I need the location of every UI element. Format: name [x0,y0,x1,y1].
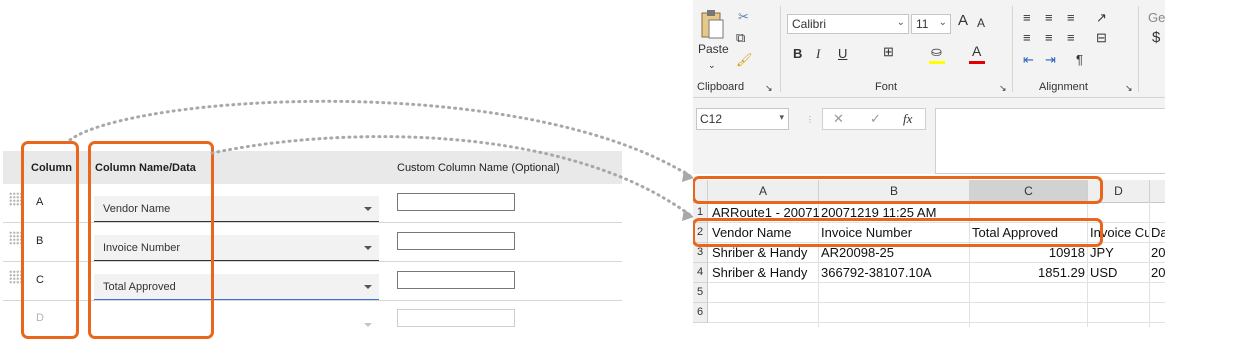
align-left-icon[interactable]: ≡ [1023,31,1031,45]
paste-button[interactable]: Paste [698,42,729,56]
font-size-value: 11 [916,17,929,31]
column-connector [68,99,692,178]
divider [1012,6,1013,92]
chevron-down-icon[interactable]: ⌄ [708,58,716,72]
align-top-icon[interactable]: ≡ [1023,11,1031,25]
gridline [708,322,1165,323]
formula-buttons: ✕ ✓ fx [822,108,926,130]
chevron-down-icon: ▾ [779,112,784,122]
cell-b4[interactable]: 366792-38107.10A [819,263,969,282]
spreadsheet-grid: A B C D 1 ARRoute1 - 20071 20071219 11:2… [693,176,1165,327]
divider [780,6,781,92]
borders-icon[interactable]: ⊞ [883,45,894,59]
cell-e3[interactable]: 20 [1149,243,1165,262]
dialog-launcher-icon[interactable]: ↘ [765,81,773,95]
format-painter-icon[interactable]: 🖌 [736,53,753,67]
cut-icon[interactable]: ✂ [738,10,749,24]
align-middle-icon[interactable]: ≡ [1045,11,1053,25]
align-right-icon[interactable]: ≡ [1067,31,1075,45]
header-row-callout-box [693,218,1103,247]
row-header[interactable]: 6 [693,303,708,323]
cancel-icon[interactable]: ✕ [833,111,844,127]
dialog-launcher-icon[interactable]: ↘ [1125,81,1133,95]
align-center-icon[interactable]: ≡ [1045,31,1053,45]
font-size-select[interactable]: 11 ⌄ [911,14,951,34]
dialog-launcher-icon[interactable]: ↘ [999,81,1007,95]
font-color-button[interactable]: A [972,44,981,58]
gridline [708,302,1165,303]
font-group-label: Font [875,81,898,93]
currency-button[interactable]: $ [1152,30,1160,45]
fill-color-icon[interactable]: ⛀ [931,45,942,59]
font-name-value: Calibri [792,17,827,31]
alignment-group-label: Alignment [1039,81,1088,93]
column-header-e[interactable] [1150,180,1165,203]
formula-bar: C12 ▾ ⋮ ✕ ✓ fx [693,98,1165,174]
column-headers-callout-box [693,176,1103,204]
cell-c4[interactable]: 1851.29 [970,263,1087,282]
number-format-select[interactable]: Ge [1148,11,1165,25]
font-color-swatch [969,61,985,64]
enter-icon[interactable]: ✓ [870,111,881,127]
excel-window: Paste ⌄ ✂ ⧉ 🖌 Clipboard ↘ Calibri ⌄ 11 ⌄ A… [693,0,1165,327]
insert-function-icon[interactable]: fx [903,111,912,127]
name-connector [210,135,692,217]
cell-e2[interactable]: Da [1149,223,1165,242]
chevron-down-icon: ⌄ [938,17,947,28]
paste-icon[interactable] [699,10,725,40]
cell-d4[interactable]: USD [1088,263,1149,282]
divider [1138,6,1139,92]
align-bottom-icon[interactable]: ≡ [1067,11,1075,25]
orientation-icon[interactable]: ↗ [1096,11,1107,25]
bold-button[interactable]: B [793,47,802,61]
drag-dots-icon: ⋮ [806,115,814,124]
fill-color-swatch [929,61,945,64]
row-header[interactable]: 5 [693,283,708,303]
clipboard-group-label: Clipboard [697,81,745,93]
formula-input[interactable] [935,108,1165,174]
row-header[interactable]: 4 [693,263,708,283]
name-box-value: C12 [700,112,723,126]
increase-indent-icon[interactable]: ⇥ [1045,53,1056,67]
wrap-text-icon[interactable]: ⊟ [1096,31,1107,45]
decrease-indent-icon[interactable]: ⇤ [1023,53,1034,67]
font-name-select[interactable]: Calibri ⌄ [787,14,909,34]
ribbon: Paste ⌄ ✂ ⧉ 🖌 Clipboard ↘ Calibri ⌄ 11 ⌄ A… [693,0,1165,98]
cell-a4[interactable]: Shriber & Handy [710,263,820,282]
shrink-font-icon[interactable]: A [977,16,985,30]
name-box[interactable]: C12 ▾ [696,108,789,130]
italic-button[interactable]: I [816,47,820,61]
chevron-down-icon: ⌄ [896,17,905,28]
text-direction-icon[interactable]: ¶ [1076,53,1083,67]
gridline [708,282,1165,283]
grow-font-icon[interactable]: A [958,13,968,28]
copy-icon[interactable]: ⧉ [736,31,745,45]
cell-e4[interactable]: 20 [1149,263,1165,282]
underline-button[interactable]: U [838,47,847,61]
